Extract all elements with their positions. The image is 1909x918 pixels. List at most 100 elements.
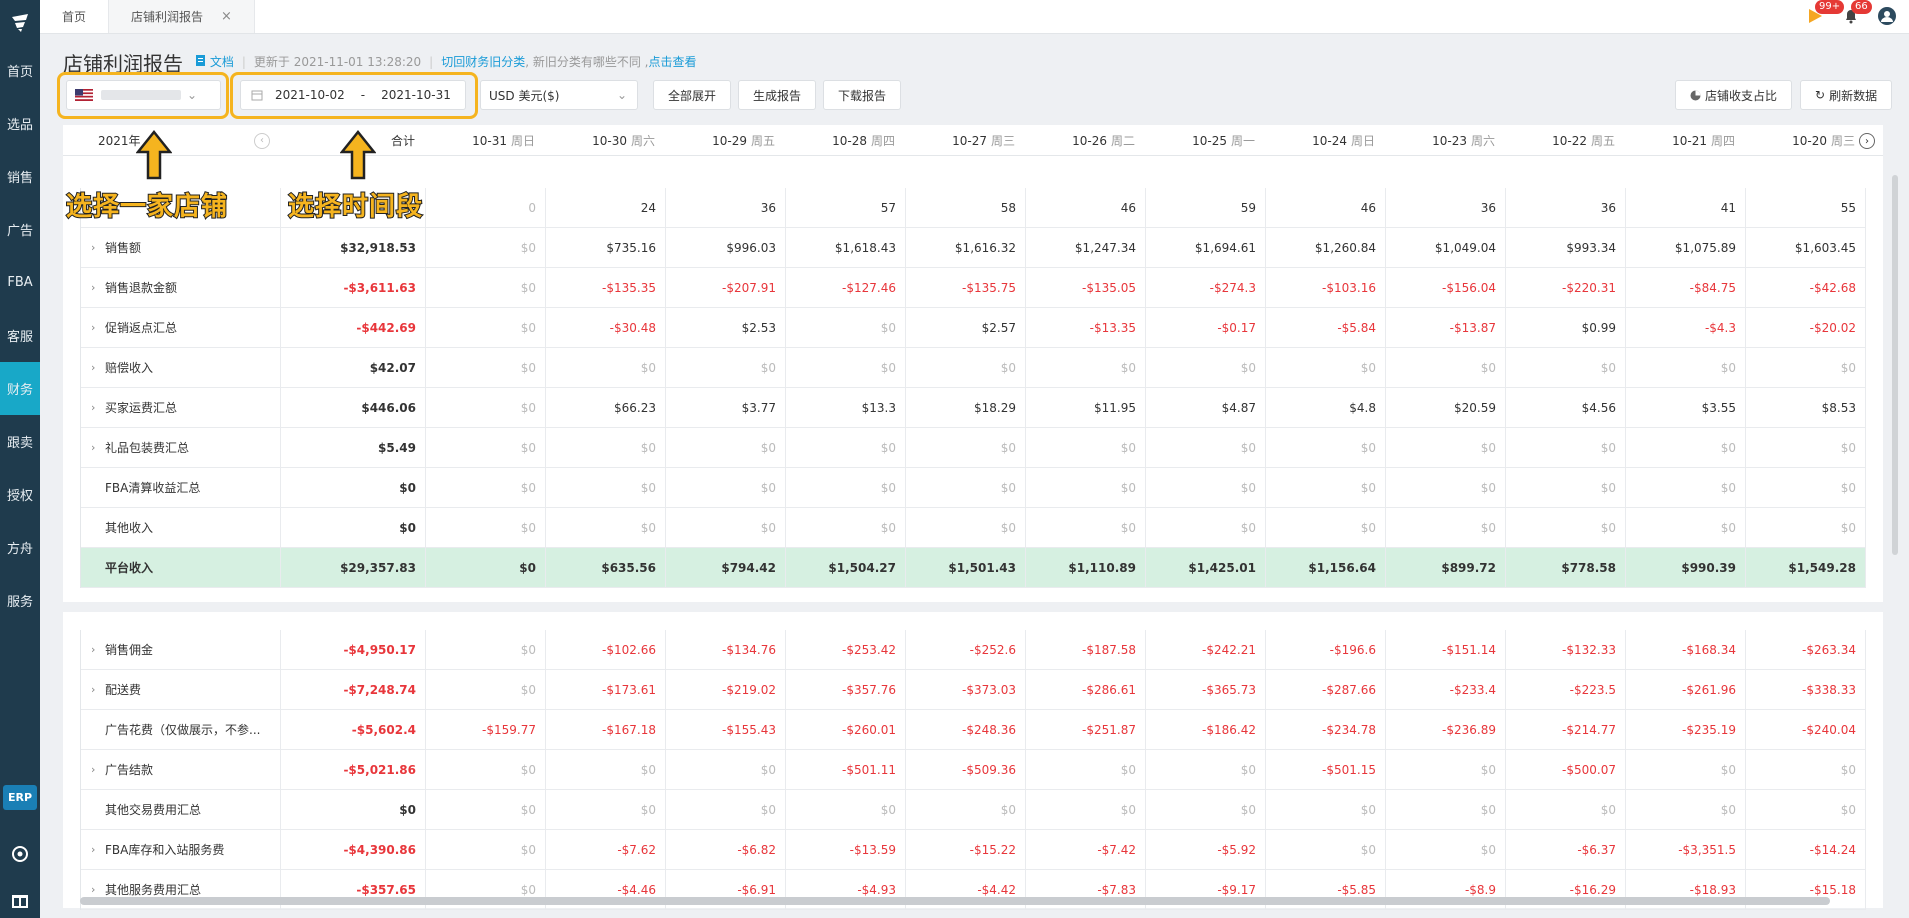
close-icon[interactable]: × [221,9,232,24]
table-cell: $0 [1506,508,1626,547]
table-cell: $794.42 [666,548,786,587]
table-cell: -$6.37 [1506,830,1626,869]
sidebar-item[interactable]: 方舟 [0,521,40,574]
doc-link[interactable]: 文档 [195,53,234,70]
table-cell: -$6.82 [666,830,786,869]
sidebar-item[interactable]: 授权 [0,468,40,521]
chevron-right-icon: › [91,763,96,776]
gift-icon[interactable] [0,890,40,908]
row-label[interactable]: › 赔偿收入 [81,348,281,387]
table-cell: $0 [1506,428,1626,467]
table-cell: $0 [906,468,1026,507]
table-cell: -$168.34 [1626,630,1746,669]
table-row[interactable]: › 买家运费汇总 $446.06 $0 $66.23 $3.77 $13.3 $18.29 $1… [81,388,1866,428]
sidebar-item[interactable]: 跟卖 [0,415,40,468]
table-cell: -$207.91 [666,268,786,307]
download-report-button[interactable]: 下载报告 [823,80,902,110]
row-label[interactable]: › 销售额 [81,228,281,267]
date-hint-label: 选择时间段 [287,191,424,223]
table-cell: -$5.84 [1266,308,1386,347]
sidebar-item[interactable]: FBA [0,256,40,309]
pie-chart-icon [1690,90,1701,100]
row-label[interactable]: › 促销返点汇总 [81,308,281,347]
table-row[interactable]: › 礼品包装费汇总 $5.49 $0 $0 $0 $0 $0 $0 $0 $0 $0 $0 $0 $0 [81,428,1866,468]
row-label[interactable]: › 广告结款 [81,750,281,789]
horizontal-scrollbar[interactable] [80,897,1830,905]
table-cell: 46 [1026,188,1146,227]
table-cell: -$13.87 [1386,308,1506,347]
doc-icon [196,55,205,66]
flag-icon[interactable]: 99+ [1803,0,1845,28]
table-row[interactable]: › 销售佣金 -$4,950.17 $0 -$102.66 -$134.76 -$253.4… [81,630,1866,670]
table-cell: -$223.5 [1506,670,1626,709]
table-cell: $0 [1746,750,1866,789]
row-label[interactable]: › 买家运费汇总 [81,388,281,427]
table-cell: $0 [1146,790,1266,829]
row-label[interactable]: › 配送费 [81,670,281,709]
support-icon[interactable] [0,845,40,863]
next-page-icon[interactable]: › [1859,133,1875,149]
sidebar-item[interactable]: 销售 [0,150,40,203]
refresh-data-button[interactable]: ↻ 刷新数据 [1800,80,1893,110]
generate-report-button[interactable]: 生成报告 [738,80,817,110]
user-avatar[interactable] [1875,4,1899,28]
table-row[interactable]: › 配送费 -$7,248.74 $0 -$173.61 -$219.02 -$357.76… [81,670,1866,710]
table-cell: $1,425.01 [1146,548,1266,587]
table-cell: -$220.31 [1506,268,1626,307]
prev-page-icon[interactable]: ‹ [254,132,270,149]
expand-all-button[interactable]: 全部展开 [653,80,732,110]
table-row: 平台收入 $29,357.83 $0 $635.56 $794.42 $1,504.27 $… [81,548,1866,588]
tab-home[interactable]: 首页 [40,0,110,33]
row-label[interactable]: › FBA库存和入站服务费 [81,830,281,869]
income-ratio-button[interactable]: 店铺收支占比 [1675,80,1793,110]
view-differences-link[interactable]: 点击查看 [648,53,696,70]
table-cell: $0 [1746,508,1866,547]
table-cell: -$187.58 [1026,630,1146,669]
sidebar-item[interactable]: 选品 [0,97,40,150]
app-logo-icon[interactable] [0,0,40,44]
table-cell: $0 [1386,428,1506,467]
table-cell: $0 [1026,790,1146,829]
table-cell: -$3,351.5 [1626,830,1746,869]
table-cell: $2.57 [906,308,1026,347]
table-cell: $1,110.89 [1026,548,1146,587]
sidebar-item[interactable]: 服务 [0,574,40,627]
bell-icon[interactable]: 66 [1839,0,1872,28]
sidebar-item[interactable]: 客服 [0,309,40,362]
sidebar-item[interactable]: 首页 [0,44,40,97]
table-cell: $0 [1746,348,1866,387]
row-label[interactable]: › 销售退款金额 [81,268,281,307]
row-label[interactable]: › 销售佣金 [81,630,281,669]
switch-old-category-link[interactable]: 切回财务旧分类 [441,53,525,70]
currency-select[interactable]: USD 美元($) ⌄ [480,80,638,110]
sidebar-item[interactable]: 广告 [0,203,40,256]
table-row[interactable]: › 促销返点汇总 -$442.69 $0 -$30.48 $2.53 $0 $2.57 -$13… [81,308,1866,348]
table-row[interactable]: › 销售额 $32,918.53 $0 $735.16 $996.03 $1,618.43 $… [81,228,1866,268]
table-row[interactable]: › 广告结款 -$5,021.86 $0 $0 $0 -$501.11 -$509.36 $0 $… [81,750,1866,790]
tab-profit-report[interactable]: 店铺利润报告 × [109,0,255,33]
table-row[interactable]: › 赔偿收入 $42.07 $0 $0 $0 $0 $0 $0 $0 $0 $0 $0 $0 $0 [81,348,1866,388]
table-cell: $0 [666,428,786,467]
column-header: 2021年 ‹ 合计 10-31 周日 10-30 周六 10-29 周五 10-28 周四 1… [63,126,1883,156]
table-row[interactable]: › FBA库存和入站服务费 -$4,390.86 $0 -$7.62 -$6.82 -$13… [81,830,1866,870]
table-cell: -$173.61 [546,670,666,709]
up-arrow-icon [136,130,172,180]
table-cell: $0.99 [1506,308,1626,347]
table-cell: $0 [426,428,546,467]
table-row: FBA清算收益汇总 $0 $0 $0 $0 $0 $0 $0 $0 $0 $0 $0 $0 $0 [81,468,1866,508]
table-cell: -$15.22 [906,830,1026,869]
table-cell: $0 [786,348,906,387]
sidebar-item[interactable]: 财务 [0,362,40,415]
table-row[interactable]: › 销售退款金额 -$3,611.63 $0 -$135.35 -$207.91 -$127… [81,268,1866,308]
chevron-right-icon: › [91,241,96,254]
row-total: -$5,602.4 [281,710,426,749]
row-total: -$4,390.86 [281,830,426,869]
vertical-scrollbar[interactable] [1892,175,1898,555]
row-label[interactable]: › 礼品包装费汇总 [81,428,281,467]
table-cell: $0 [666,348,786,387]
table-cell: -$365.73 [1146,670,1266,709]
table-cell: $1,694.61 [1146,228,1266,267]
table-cell: $996.03 [666,228,786,267]
table-cell: -$286.61 [1026,670,1146,709]
erp-button[interactable]: ERP [0,785,40,810]
